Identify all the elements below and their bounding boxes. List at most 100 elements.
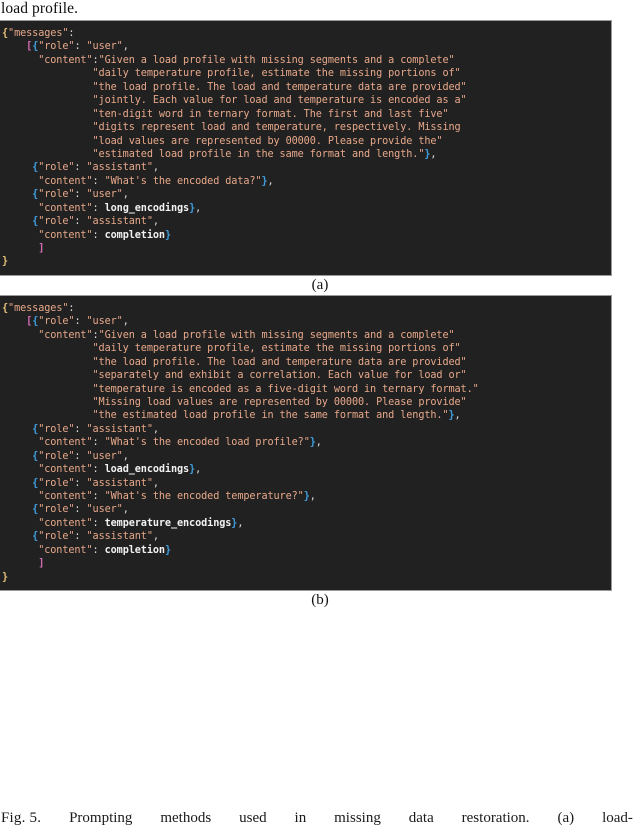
code-line: "daily temperature profile, estimate the… [2,67,611,80]
figure-caption-word: data [408,810,434,826]
code-token-punct: : [74,189,87,201]
code-line: {"role": "assistant", [2,530,611,543]
code-token-punct: , [195,464,202,476]
code-token-str: "jointly. Each value for load and temper… [92,95,467,107]
code-line: "content": completion} [2,544,611,557]
code-token-key: "role" [38,316,75,328]
code-line: "ten-digit word in ternary format. The f… [2,108,611,121]
code-token-key: "content" [38,464,93,476]
code-line: "content": "What's the encoded temperatu… [2,490,611,503]
code-line: ] [2,242,611,255]
code-line: "content": long_encodings}, [2,202,611,215]
code-token-punct: , [152,216,159,228]
code-line: "jointly. Each value for load and temper… [2,94,611,107]
code-token-str: "ten-digit word in ternary format. The f… [92,108,449,120]
code-token-key: "content" [38,517,93,529]
code-token-key: "content" [38,202,93,214]
code-token-key: "content" [38,229,93,241]
code-token-punct: : [92,491,105,502]
figure-caption-word: methods [160,810,212,826]
code-token-ident: completion [104,544,165,556]
figure-caption-word: Prompting [69,810,133,826]
code-token-punct: : [92,437,105,449]
code-token-bracket: ] [38,243,45,254]
code-token-key: "role" [38,189,75,201]
code-token-ident: temperature_encodings [104,517,232,529]
code-token-key: "role" [38,162,75,174]
code-line: "content": completion} [2,229,611,242]
code-token-brace-inner: } [164,229,171,241]
code-token-str: "temperature is encoded as a five-digit … [92,383,479,395]
code-line: } [2,571,611,584]
code-token-punct: : [92,175,105,187]
figure-caption-word: missing [334,810,381,826]
code-token-punct: , [122,504,129,516]
code-line: "content": "What's the encoded load prof… [2,436,611,449]
code-token-punct: : [92,517,105,529]
code-token-str: "user" [86,41,123,53]
code-token-punct: , [152,477,159,489]
code-line: "estimated load profile in the same form… [2,148,611,161]
code-token-brace-outer: } [2,256,9,268]
code-token-str: "load values are represented by 00000. P… [92,135,443,147]
code-token-key: "role" [38,423,75,435]
code-token-ident: load_encodings [104,464,190,476]
code-token-punct: , [195,202,202,214]
code-token-key: "content" [38,54,93,66]
code-token-punct: : [74,423,87,435]
code-block-b: {"messages": [{"role": "user", "content"… [0,302,611,584]
code-token-str: "daily temperature profile, estimate the… [92,68,461,80]
code-line: "daily temperature profile, estimate the… [2,342,611,355]
code-line: {"role": "assistant", [2,161,611,174]
code-token-punct: , [430,148,437,160]
figure-page: load profile. {"messages": [{"role": "us… [0,0,640,828]
code-token-punct: : [92,229,105,241]
code-line: "the load profile. The load and temperat… [2,356,611,369]
code-token-punct: , [237,517,244,529]
code-token-str: "assistant" [86,531,153,543]
code-token-key: "content" [38,175,93,187]
code-token-punct: , [454,410,461,422]
body-text-above-figure: load profile. [1,0,79,17]
code-token-str: "user" [86,316,123,328]
code-token-key: "role" [38,477,75,489]
code-line: "separately and exhibit a correlation. E… [2,369,611,382]
code-token-punct: , [152,531,159,543]
code-token-str: "user" [86,189,123,201]
code-line: "content":"Given a load profile with mis… [2,54,611,67]
code-token-punct: : [74,162,87,174]
code-token-key: "content" [38,544,93,556]
figure-caption-label: Fig. 5. [1,810,42,826]
code-token-punct: , [267,175,274,187]
code-panel-a: {"messages": [{"role": "user", "content"… [0,20,612,276]
code-token-bracket: ] [38,558,45,570]
code-line: {"messages": [2,302,611,315]
code-token-str: "the load profile. The load and temperat… [92,356,467,368]
code-token-key: "content" [38,329,93,341]
code-token-str: "estimated load profile in the same form… [92,148,425,160]
code-token-key: "content" [38,437,93,449]
code-line: "content":"Given a load profile with mis… [2,329,611,342]
code-token-punct: , [122,450,129,462]
code-line: {"role": "user", [2,188,611,201]
